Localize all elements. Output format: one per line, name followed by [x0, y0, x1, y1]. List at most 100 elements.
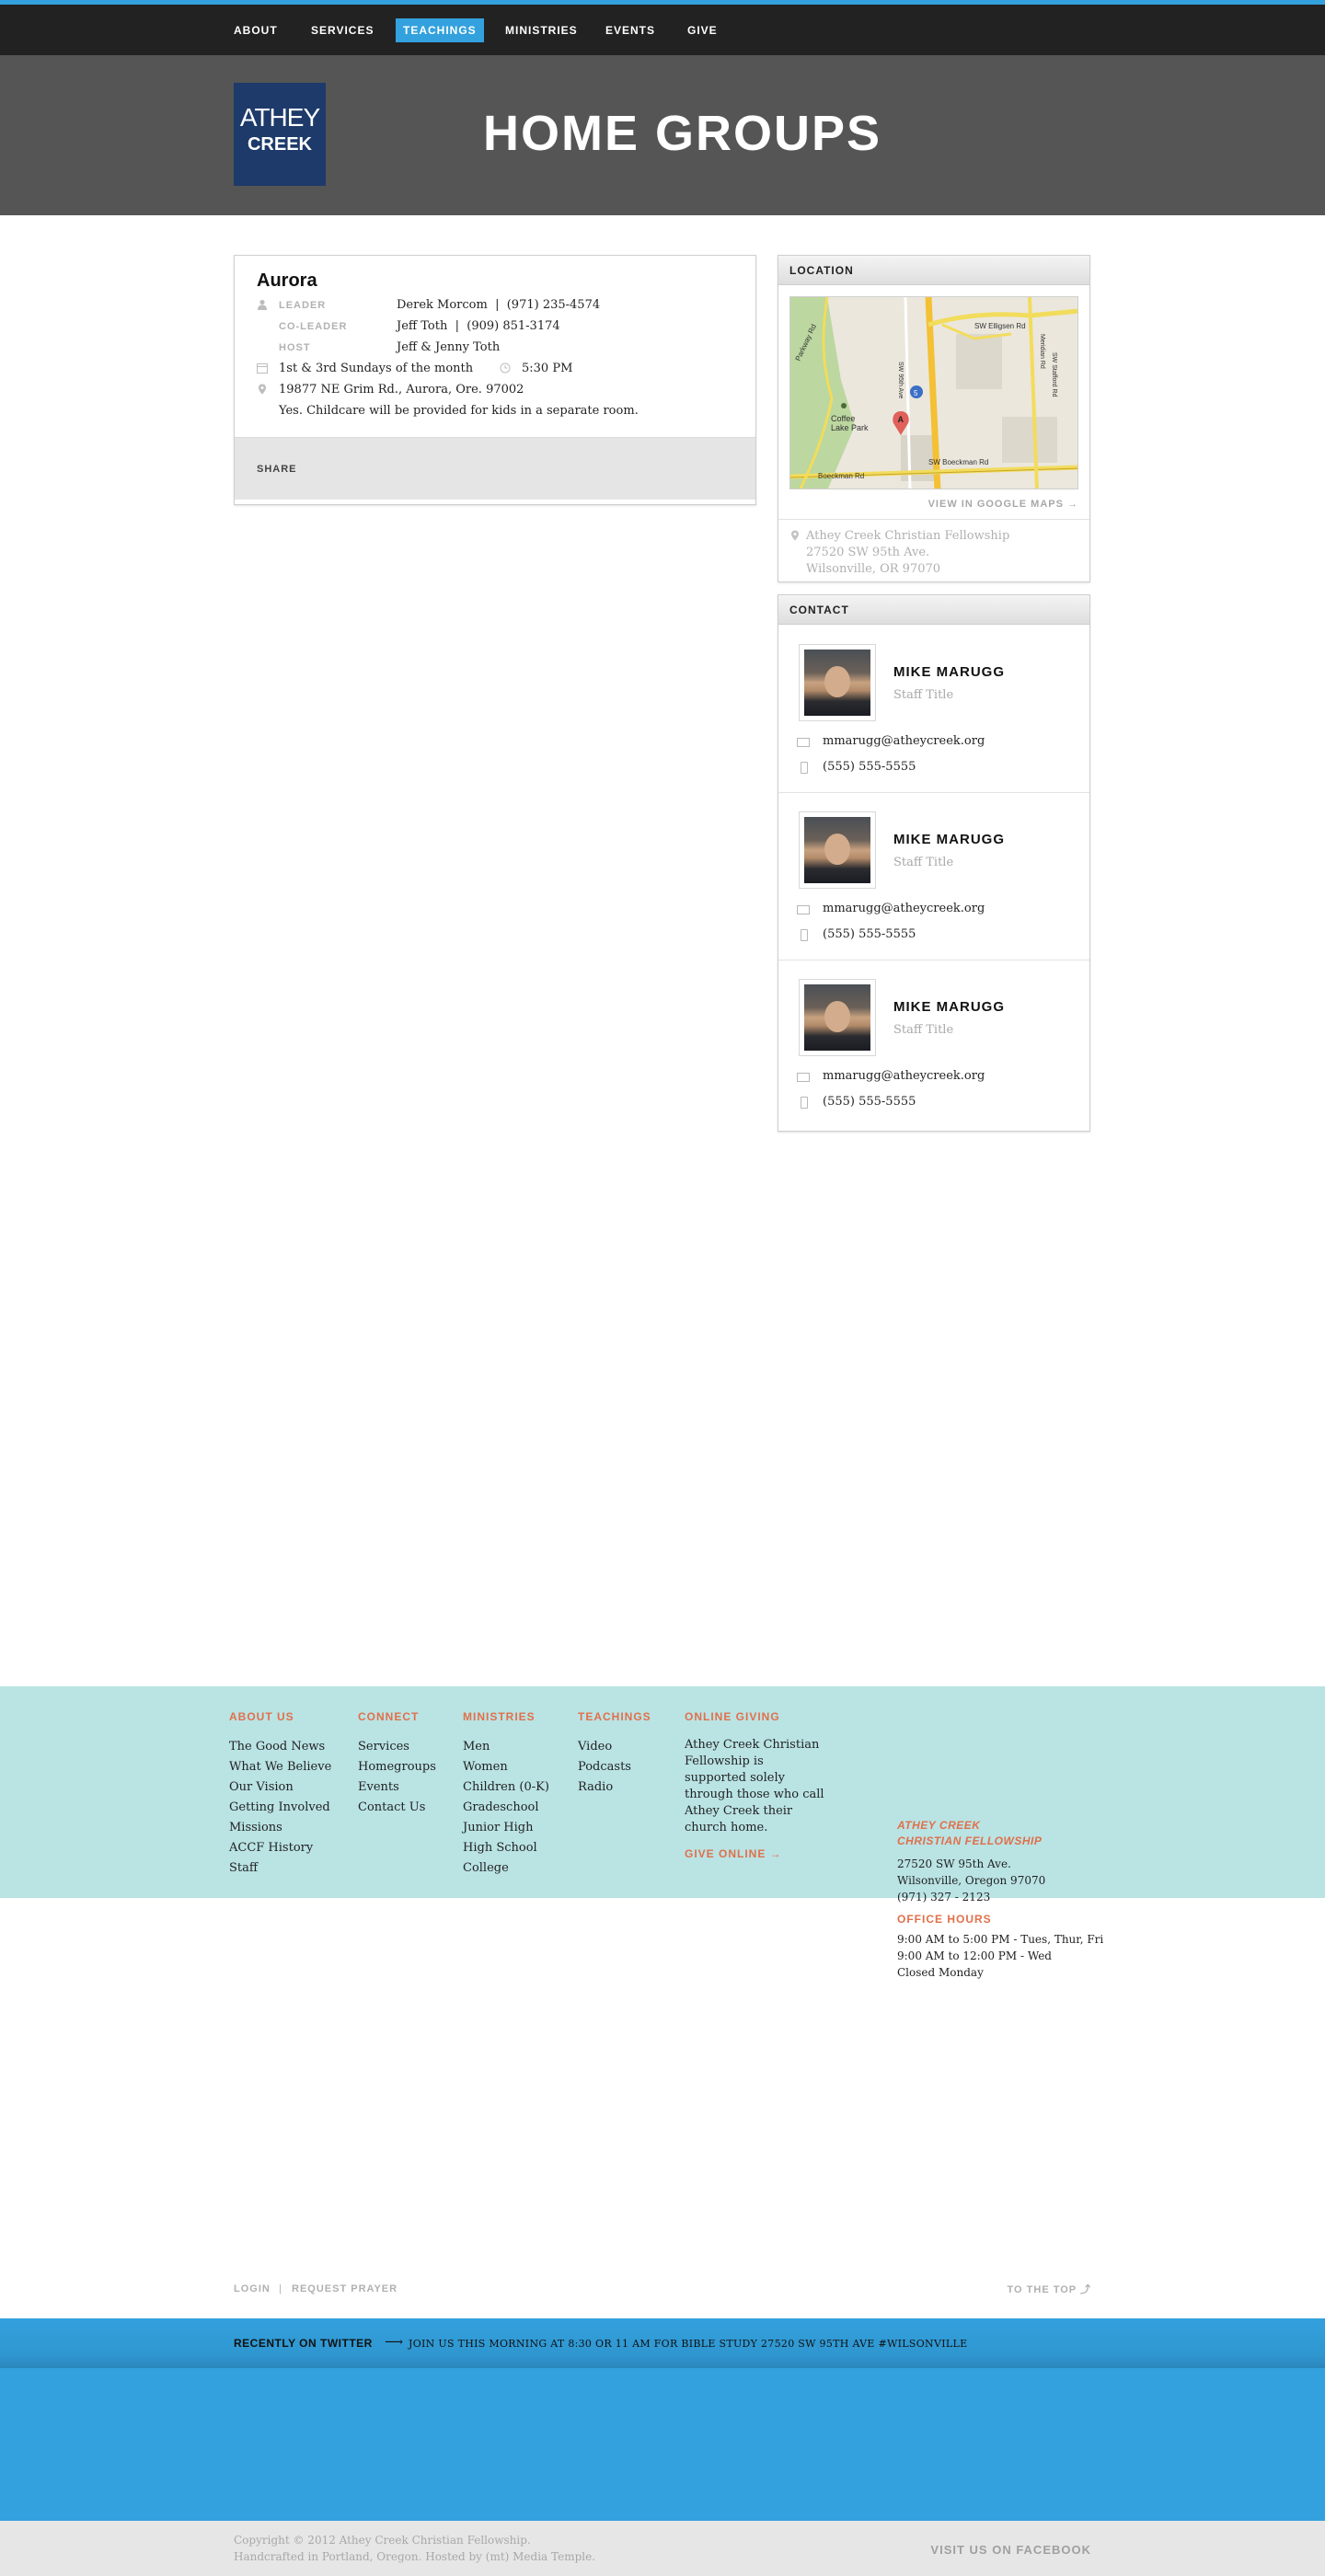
contact-card: MIKE MARUGG Staff Title mmarugg@atheycre… — [778, 793, 1089, 960]
contact-phone: (555) 555-5555 — [823, 1095, 916, 1109]
address-line: Wilsonville, OR 97070 — [806, 562, 941, 576]
request-prayer-link[interactable]: REQUEST PRAYER — [292, 2283, 398, 2294]
host-label: HOST — [279, 342, 311, 353]
leader-row: LEADER Derek Morcom | (971) 235-4574 — [257, 297, 735, 314]
footer-heading-connect: CONNECT — [358, 1710, 420, 1723]
map-label-stafford: SW Stafford Rd — [1051, 352, 1057, 397]
footer-link[interactable]: Women — [463, 1757, 549, 1777]
time-value: 5:30 PM — [522, 362, 573, 375]
coleader-row: CO-LEADER Jeff Toth | (909) 851-3174 — [257, 318, 735, 335]
nav-item-teachings[interactable]: TEACHINGS — [396, 18, 484, 42]
contact-email-link[interactable]: mmarugg@atheycreek.org — [823, 1069, 985, 1083]
footer-link[interactable]: Homegroups — [358, 1757, 436, 1777]
share-button[interactable]: SHARE — [257, 464, 297, 475]
church-city: Wilsonville, Oregon 97070 — [897, 1874, 1046, 1887]
latest-tweet[interactable]: JOIN US THIS MORNING AT 8:30 OR 11 AM FO… — [409, 2338, 967, 2350]
footer-link[interactable]: High School — [463, 1838, 549, 1858]
nav-item-events[interactable]: EVENTS — [598, 18, 662, 42]
map-label-boeckman: Boeckman Rd — [818, 472, 864, 480]
group-name: Aurora — [257, 270, 317, 291]
copyright-bar: Copyright © 2012 Athey Creek Christian F… — [0, 2521, 1325, 2576]
svg-text:5: 5 — [914, 389, 918, 397]
person-icon — [257, 299, 268, 310]
login-link[interactable]: LOGIN — [234, 2283, 271, 2294]
footer-link[interactable]: College — [463, 1858, 549, 1879]
footer-link[interactable]: Radio — [578, 1777, 651, 1798]
footer-link[interactable]: The Good News — [229, 1737, 331, 1757]
coleader-value: Jeff Toth | (909) 851-3174 — [397, 319, 560, 333]
footer-heading-about: ABOUT US — [229, 1710, 294, 1723]
footer-giving-column: ONLINE GIVING Athey Creek Christian Fell… — [685, 1710, 827, 1860]
footer-link[interactable]: Men — [463, 1737, 549, 1757]
group-address: 19877 NE Grim Rd., Aurora, Ore. 97002 — [279, 383, 524, 397]
location-pin-icon — [789, 530, 801, 544]
contact-name: MIKE MARUGG — [893, 664, 1005, 680]
footer-link[interactable]: Events — [358, 1777, 436, 1798]
contact-name: MIKE MARUGG — [893, 832, 1005, 847]
contact-phone: (555) 555-5555 — [823, 927, 916, 941]
footer-link[interactable]: Getting Involved — [229, 1798, 331, 1818]
address-line: Athey Creek Christian Fellowship — [806, 529, 1010, 543]
contact-email-link[interactable]: mmarugg@atheycreek.org — [823, 902, 985, 915]
logo-line-athey: ATHEY — [239, 103, 320, 132]
coleader-label: CO-LEADER — [279, 321, 348, 332]
footer-link[interactable]: ACCF History — [229, 1838, 331, 1858]
give-online-link[interactable]: GIVE ONLINE → — [685, 1847, 827, 1860]
nav-item-about[interactable]: ABOUT — [226, 18, 285, 42]
office-hours-line: 9:00 AM to 12:00 PM - Wed — [897, 1949, 1052, 1962]
leader-label: LEADER — [279, 300, 327, 311]
park-icon — [841, 403, 847, 408]
church-phone: (971) 327 - 2123 — [897, 1891, 991, 1903]
footer-link[interactable]: Gradeschool — [463, 1798, 549, 1818]
footer-link[interactable]: Junior High — [463, 1818, 549, 1838]
twitter-heading[interactable]: RECENTLY ON TWITTER — [234, 2337, 373, 2350]
mobile-phone-icon — [801, 762, 808, 774]
footer-link[interactable]: Children (0-K) — [463, 1777, 549, 1798]
office-hours-heading: OFFICE HOURS — [897, 1913, 992, 1926]
map-label-sw-boeckman: SW Boeckman Rd — [928, 458, 988, 466]
host-value: Jeff & Jenny Toth — [397, 340, 501, 354]
footer-link[interactable]: Missions — [229, 1818, 331, 1838]
contact-email-link[interactable]: mmarugg@atheycreek.org — [823, 734, 985, 748]
schedule-row: 1st & 3rd Sundays of the month 5:30 PM — [257, 361, 735, 377]
footer-link[interactable]: Our Vision — [229, 1777, 331, 1798]
childcare-note: Yes. Childcare will be provided for kids… — [279, 404, 639, 418]
contact-card: MIKE MARUGG Staff Title mmarugg@atheycre… — [778, 626, 1089, 793]
footer-about-column: ABOUT US The Good News What We Believe O… — [229, 1710, 331, 1879]
schedule-value: 1st & 3rd Sundays of the month — [279, 362, 474, 375]
logo-line-creek: CREEK — [247, 134, 312, 155]
nav-item-services[interactable]: SERVICES — [304, 18, 381, 42]
footer-link[interactable]: Services — [358, 1737, 436, 1757]
footer-link[interactable]: What We Believe — [229, 1757, 331, 1777]
copyright-text: Copyright © 2012 Athey Creek Christian F… — [234, 2534, 531, 2547]
footer-link[interactable]: Podcasts — [578, 1757, 651, 1777]
leader-value: Derek Morcom | (971) 235-4574 — [397, 298, 601, 312]
location-pin-icon — [257, 384, 268, 395]
envelope-icon — [797, 738, 810, 747]
twitter-section: RECENTLY ON TWITTER ⟶ JOIN US THIS MORNI… — [0, 2318, 1325, 2521]
contact-photo — [799, 979, 876, 1056]
footer-connect-column: CONNECT Services Homegroups Events Conta… — [358, 1710, 436, 1818]
map-label-95th: SW 95th Ave — [897, 362, 904, 398]
map-label-elligsen: SW Elligsen Rd — [974, 322, 1026, 330]
footer-link[interactable]: Video — [578, 1737, 651, 1757]
back-to-top-link[interactable]: TO THE TOP ⤴ — [1008, 2282, 1091, 2296]
contact-card: MIKE MARUGG Staff Title mmarugg@atheycre… — [778, 960, 1089, 1128]
location-map[interactable]: SW Elligsen Rd Parkway Rd SW Boeckman Rd… — [789, 296, 1078, 489]
page-title: HOME GROUPS — [483, 106, 882, 161]
facebook-link[interactable]: VISIT US ON FACEBOOK — [930, 2543, 1091, 2557]
utility-separator: | — [279, 2283, 282, 2294]
church-address: 27520 SW 95th Ave. — [897, 1857, 1011, 1870]
view-in-google-maps-link[interactable]: VIEW IN GOOGLE MAPS → — [928, 499, 1078, 510]
contact-photo — [799, 811, 876, 889]
nav-item-give[interactable]: GIVE — [680, 18, 725, 42]
calendar-icon — [257, 362, 268, 374]
footer-link[interactable]: Contact Us — [358, 1798, 436, 1818]
athey-creek-logo[interactable]: ATHEY CREEK — [234, 83, 326, 186]
contact-phone: (555) 555-5555 — [823, 760, 916, 774]
nav-item-ministries[interactable]: MINISTRIES — [498, 18, 585, 42]
location-address: Athey Creek Christian Fellowship 27520 S… — [806, 528, 1009, 578]
home-group-card: Aurora LEADER Derek Morcom | (971) 235-4… — [234, 255, 756, 505]
contact-heading: CONTACT — [778, 595, 1089, 625]
footer-link[interactable]: Staff — [229, 1858, 331, 1879]
